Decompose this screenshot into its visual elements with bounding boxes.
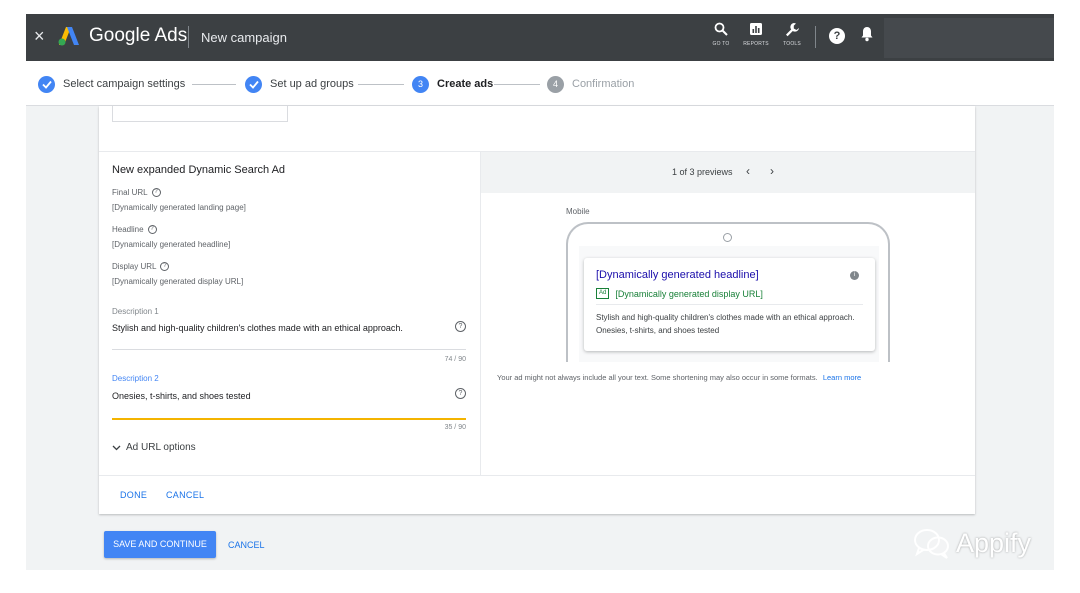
info-icon[interactable]: i bbox=[850, 271, 859, 280]
account-area[interactable] bbox=[884, 18, 1054, 58]
chevron-down-icon bbox=[112, 443, 121, 453]
wechat-icon bbox=[914, 529, 949, 559]
ad-url-options-toggle[interactable]: Ad URL options bbox=[112, 442, 196, 453]
description-1-counter: 74 / 90 bbox=[444, 356, 466, 363]
topbar-divider bbox=[188, 26, 189, 48]
learn-more-link[interactable]: Learn more bbox=[823, 373, 861, 382]
search-icon bbox=[706, 22, 736, 40]
topbar-divider-right bbox=[815, 26, 816, 48]
reports-button[interactable]: REPORTS bbox=[741, 22, 771, 54]
phone-camera-icon bbox=[723, 233, 732, 242]
step-confirmation[interactable]: 4 Confirmation bbox=[547, 74, 634, 94]
card-footer-divider bbox=[99, 475, 975, 476]
save-and-continue-button[interactable]: SAVE AND CONTINUE bbox=[104, 531, 216, 558]
display-url-label: Display URL ? bbox=[112, 262, 170, 271]
previous-field-input[interactable] bbox=[112, 106, 288, 122]
disclaimer-text: Your ad might not always include all you… bbox=[497, 373, 818, 382]
ad-preview-headline[interactable]: [Dynamically generated headline] bbox=[596, 269, 759, 281]
device-label: Mobile bbox=[566, 207, 590, 216]
description-1-input[interactable]: Stylish and high-quality children's clot… bbox=[112, 323, 403, 333]
mobile-phone-frame: [Dynamically generated headline] i Ad [D… bbox=[566, 222, 890, 362]
step-connector bbox=[192, 84, 236, 85]
ad-form: New expanded Dynamic Search Ad Final URL… bbox=[99, 152, 480, 475]
preview-disclaimer: Your ad might not always include all you… bbox=[497, 373, 861, 382]
top-bar: × Google Ads New campaign GO TO REPORTS bbox=[26, 14, 1054, 61]
preview-header: 1 of 3 previews ‹ › bbox=[481, 152, 975, 193]
preview-count: 1 of 3 previews bbox=[672, 167, 733, 177]
tools-label: TOOLS bbox=[783, 41, 801, 47]
card-cancel-button[interactable]: CANCEL bbox=[166, 490, 204, 500]
product-name: Google Ads bbox=[89, 25, 188, 46]
wrench-icon bbox=[777, 22, 807, 40]
phone-screen: [Dynamically generated headline] i Ad [D… bbox=[579, 246, 879, 362]
page-title: New campaign bbox=[201, 30, 287, 45]
help-icon[interactable]: ? bbox=[455, 388, 466, 399]
display-url-value: [Dynamically generated display URL] bbox=[112, 277, 244, 286]
step-set-up-ad-groups[interactable]: Set up ad groups bbox=[245, 74, 354, 94]
step-label: Confirmation bbox=[572, 78, 635, 90]
step-label: Set up ad groups bbox=[270, 78, 354, 90]
help-icon[interactable]: ? bbox=[455, 321, 466, 332]
headline-value: [Dynamically generated headline] bbox=[112, 240, 231, 249]
step-label: Select campaign settings bbox=[63, 78, 186, 90]
next-preview-button[interactable]: › bbox=[770, 164, 774, 178]
watermark-text: Appify bbox=[956, 527, 1032, 558]
notifications-bell-icon[interactable] bbox=[860, 26, 874, 47]
step-number-badge: 4 bbox=[547, 75, 564, 93]
help-icon[interactable]: ? bbox=[151, 188, 161, 197]
app-window: × Google Ads New campaign GO TO REPORTS bbox=[26, 14, 1054, 570]
description-2-label: Description 2 bbox=[112, 374, 159, 383]
help-icon[interactable]: ? bbox=[147, 225, 157, 234]
ad-url-options-label: Ad URL options bbox=[126, 442, 196, 453]
headline-label: Headline ? bbox=[112, 225, 157, 234]
ad-preview-divider bbox=[596, 304, 863, 305]
ad-editor-card: New expanded Dynamic Search Ad Final URL… bbox=[99, 106, 975, 514]
description-1-underline bbox=[112, 349, 466, 350]
ad-preview-display-url: [Dynamically generated display URL] bbox=[615, 288, 763, 299]
ad-preview-card: [Dynamically generated headline] i Ad [D… bbox=[584, 258, 875, 351]
step-select-campaign-settings[interactable]: Select campaign settings bbox=[38, 74, 185, 94]
check-circle-icon bbox=[245, 75, 262, 93]
form-title: New expanded Dynamic Search Ad bbox=[112, 164, 286, 176]
description-1-label: Description 1 bbox=[112, 307, 159, 316]
final-url-label: Final URL ? bbox=[112, 188, 161, 197]
field-label: Final URL bbox=[112, 188, 148, 197]
step-connector bbox=[494, 84, 540, 85]
step-number-badge: 3 bbox=[412, 75, 429, 93]
description-2-counter: 35 / 90 bbox=[444, 424, 466, 431]
ad-badge: Ad bbox=[596, 288, 610, 299]
final-url-value: [Dynamically generated landing page] bbox=[112, 203, 246, 212]
watermark: Appify bbox=[912, 527, 1031, 559]
step-label: Create ads bbox=[437, 78, 494, 90]
campaign-stepper: Select campaign settings Set up ad group… bbox=[26, 61, 1054, 106]
reports-label: REPORTS bbox=[743, 41, 769, 47]
previous-preview-button[interactable]: ‹ bbox=[746, 164, 750, 178]
description-2-underline bbox=[112, 418, 466, 420]
close-button[interactable]: × bbox=[34, 26, 45, 46]
help-icon[interactable]: ? bbox=[160, 262, 170, 271]
step-create-ads[interactable]: 3 Create ads bbox=[412, 74, 493, 94]
ad-preview-description: Stylish and high-quality children's clot… bbox=[596, 313, 855, 335]
reports-icon bbox=[741, 22, 771, 40]
ad-preview-url-row: Ad [Dynamically generated display URL] bbox=[596, 288, 763, 299]
done-button[interactable]: DONE bbox=[120, 490, 147, 500]
check-circle-icon bbox=[38, 75, 55, 93]
step-connector bbox=[358, 84, 404, 85]
field-label: Headline bbox=[112, 225, 144, 234]
ad-preview-panel: 1 of 3 previews ‹ › Mobile [Dynamically … bbox=[480, 152, 975, 475]
goto-label: GO TO bbox=[712, 41, 730, 47]
goto-button[interactable]: GO TO bbox=[706, 22, 736, 54]
page-cancel-button[interactable]: CANCEL bbox=[228, 540, 265, 550]
description-2-input[interactable]: Onesies, t-shirts, and shoes tested bbox=[112, 391, 251, 401]
field-label: Display URL bbox=[112, 262, 157, 271]
tools-button[interactable]: TOOLS bbox=[777, 22, 807, 54]
google-ads-logo bbox=[58, 26, 80, 46]
help-icon[interactable]: ? bbox=[829, 28, 845, 44]
